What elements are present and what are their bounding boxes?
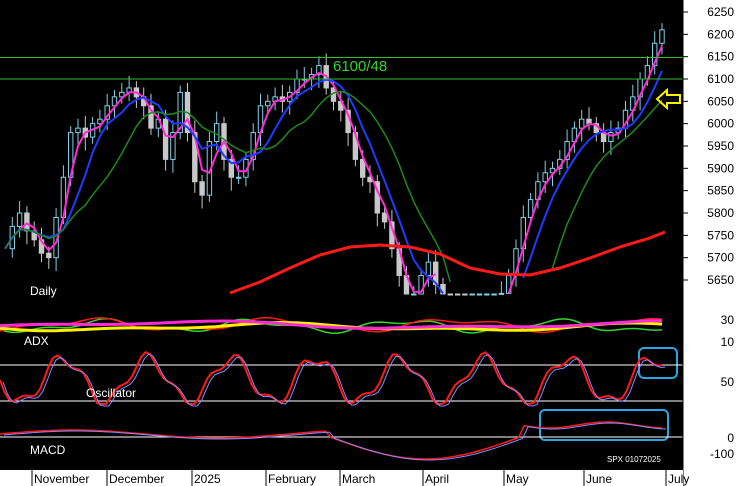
- candle-body: [476, 293, 483, 296]
- arrow-icon: [655, 87, 681, 111]
- price-tick-label: 6250: [707, 5, 734, 19]
- stock-chart: 6250 6200 6150 6100 6050 6000 5950 5900 5850 5800…: [0, 0, 737, 486]
- price-tick-label: 6000: [707, 117, 734, 131]
- price-tick-label: 5650: [707, 273, 734, 287]
- price-tick-label: 5700: [707, 251, 734, 265]
- candle-body: [462, 293, 468, 296]
- price-tick-label: 6150: [707, 50, 734, 64]
- candle-body: [491, 293, 497, 296]
- price-tick-label: 5750: [707, 228, 734, 242]
- candle-body: [235, 176, 242, 179]
- month-label: July: [668, 472, 689, 486]
- price-tick-label: 5850: [707, 184, 734, 198]
- macd-highlight-box: [539, 409, 669, 441]
- oscillator-highlight-box: [638, 347, 678, 379]
- candle-body: [46, 252, 52, 259]
- candle-body: [425, 261, 432, 277]
- indicator-tick-label: -100: [710, 447, 734, 461]
- month-label: November: [34, 472, 89, 486]
- candle-body: [381, 212, 388, 223]
- indicator-tick-label: 0: [727, 431, 734, 445]
- price-axis: 6250 6200 6150 6100 6050 6000 5950 5900 5850 5800…: [682, 0, 737, 486]
- candle-body: [24, 212, 30, 232]
- ma-long-line: [229, 230, 666, 295]
- macd-signal-line: [3, 422, 667, 461]
- price-tick-label: 5800: [707, 206, 734, 220]
- candle-body: [162, 118, 169, 160]
- candle-body: [265, 100, 271, 107]
- indicator-tick-label: 50: [721, 375, 735, 389]
- candle-body: [75, 127, 81, 134]
- candle-body: [469, 293, 475, 296]
- month-label: February: [268, 472, 316, 486]
- price-tick-label: 6200: [707, 27, 734, 41]
- candle-body: [454, 293, 461, 296]
- price-tick-label: 5950: [707, 139, 734, 153]
- month-label: March: [342, 472, 375, 486]
- indicator-tick-label: 30: [721, 313, 735, 327]
- candle-body: [579, 118, 585, 129]
- month-label: December: [109, 472, 164, 486]
- candle-body: [447, 293, 454, 296]
- month-label: June: [586, 472, 612, 486]
- month-label: April: [425, 472, 449, 486]
- indicator-tick-label: 10: [721, 335, 735, 349]
- candle-body: [484, 293, 490, 296]
- daily-label: Daily: [30, 284, 57, 298]
- adx-label: ADX: [24, 334, 49, 348]
- time-axis: November December 2025 February March April Ma…: [0, 470, 689, 486]
- month-label: May: [506, 472, 529, 486]
- candle-body: [411, 293, 417, 296]
- candle-body: [542, 172, 548, 183]
- price-tick-label: 5900: [707, 161, 734, 175]
- oscillator-label: Oscillator: [86, 386, 136, 400]
- candle-body: [16, 212, 23, 227]
- month-label: 2025: [194, 472, 221, 486]
- candle-body: [199, 181, 205, 196]
- candle-body: [659, 29, 665, 44]
- symbol-stamp: SPX 01072025: [607, 455, 661, 464]
- annotation-label: 6100/48: [333, 58, 387, 75]
- moving-averages: [4, 45, 666, 295]
- macd-label: MACD: [30, 443, 66, 457]
- candle-body: [498, 292, 505, 295]
- price-tick-label: 6100: [707, 72, 734, 86]
- candle-body: [214, 123, 220, 143]
- price-tick-label: 6050: [707, 94, 734, 108]
